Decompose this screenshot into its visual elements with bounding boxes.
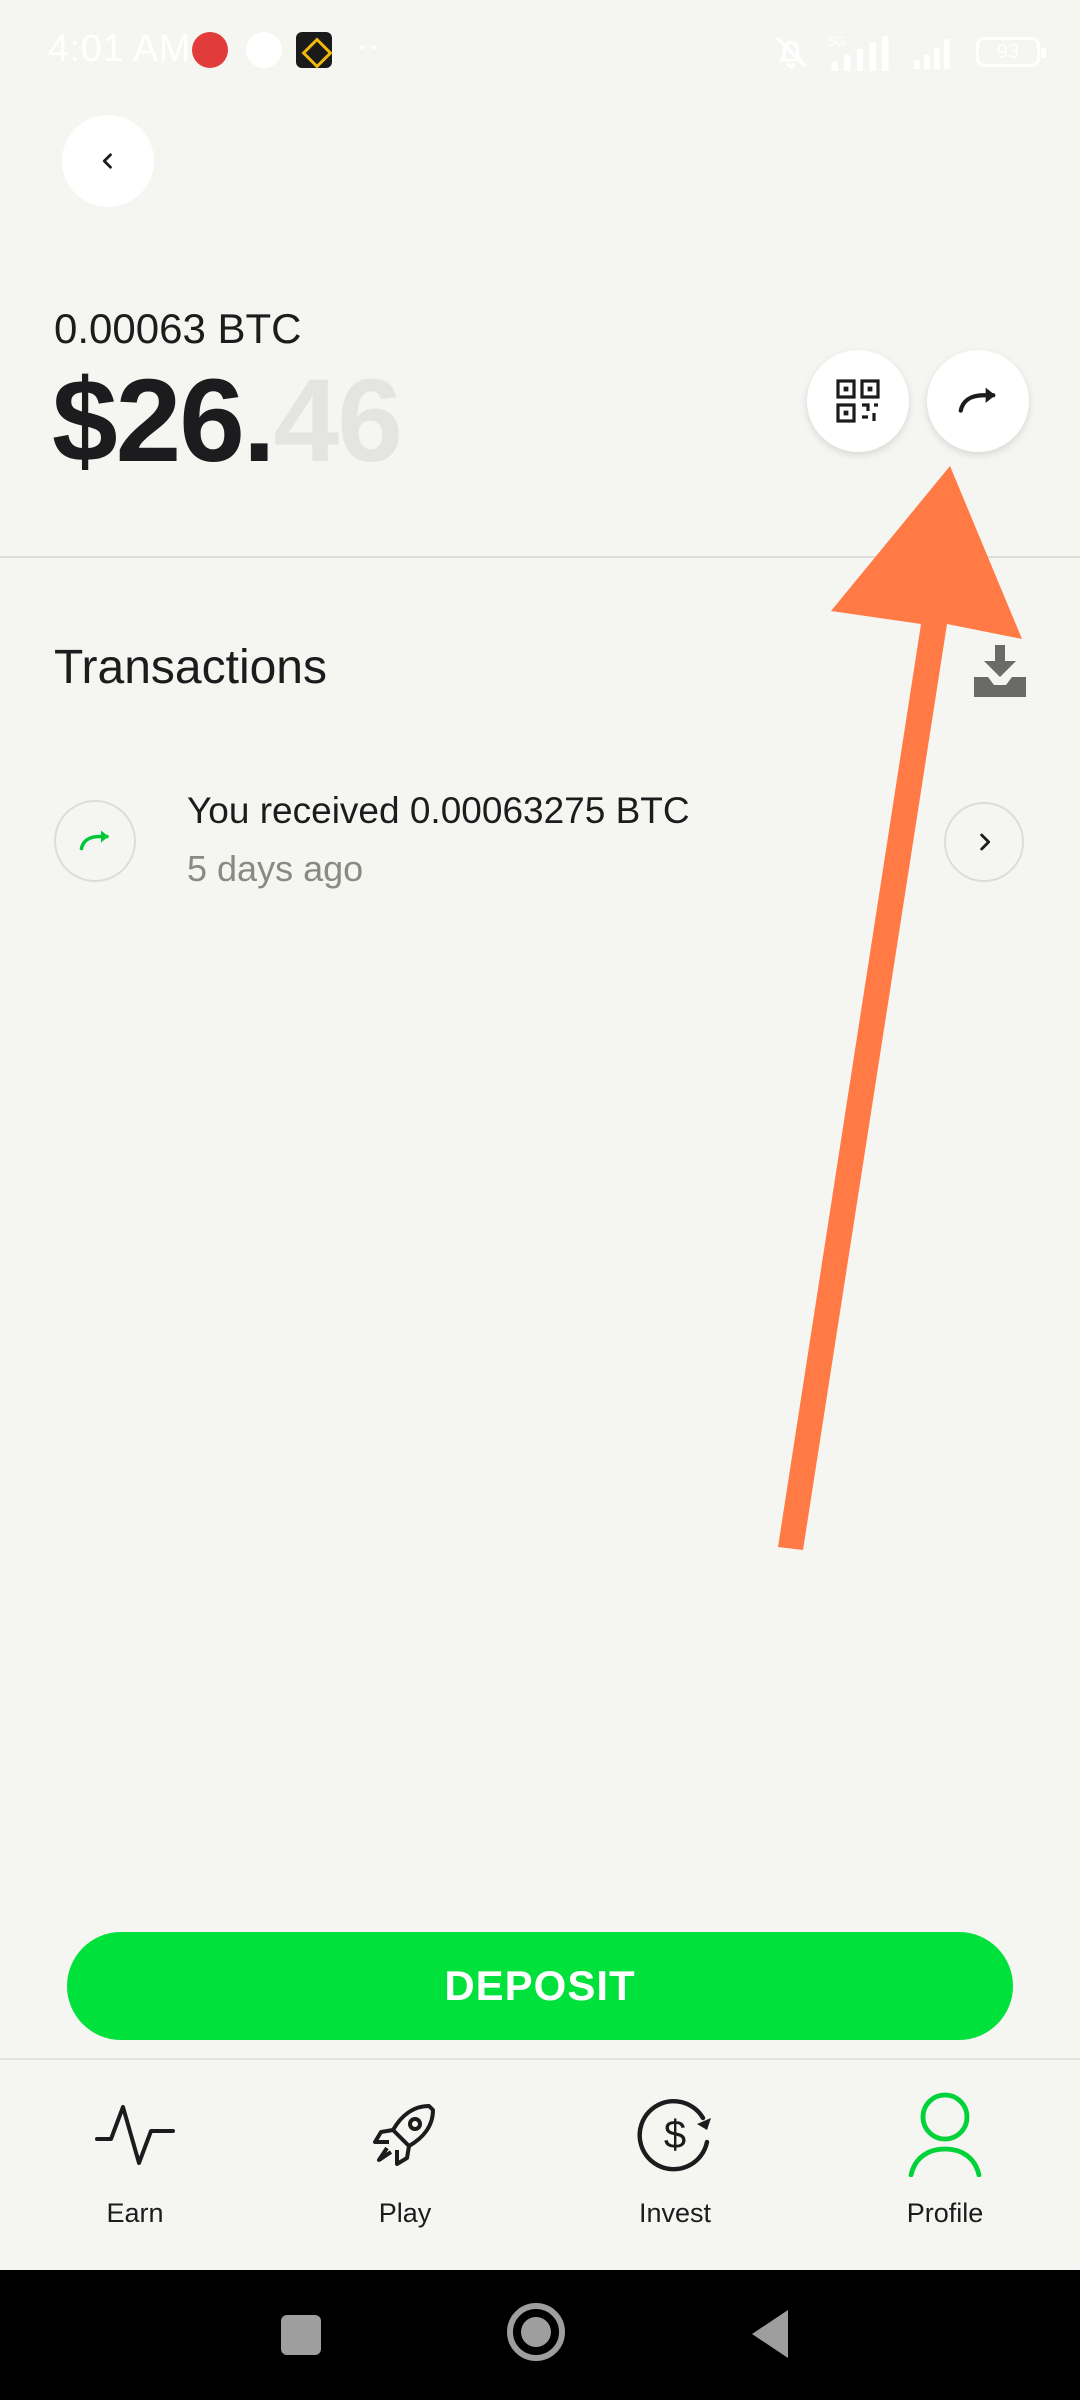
btc-wallet-screen: 4:01 AM ·· 5G 93 0.00063 BTC $26.46 Tran… [0,0,1080,2400]
nav-item-invest[interactable]: $ Invest [575,2090,775,2250]
nav-item-play[interactable]: Play [305,2090,505,2250]
system-navigation-bar [0,2270,1080,2400]
usd-balance-whole: $26. [52,355,276,487]
activity-icon [91,2090,179,2178]
nav-label: Earn [106,2198,164,2228]
qr-code-icon [836,379,880,423]
network-type: 5G [828,35,845,49]
divider [0,556,1080,558]
chevron-right-icon [980,833,991,851]
signal-5g-icon: 5G [828,33,892,71]
transaction-title: You received 0.00063275 BTC [187,790,690,831]
rocket-icon [361,2090,449,2178]
nav-label: Invest [638,2198,712,2228]
chevron-left-icon [102,153,112,169]
btc-balance: 0.00063 BTC [54,305,302,352]
profile-icon [901,2090,989,2178]
deposit-button[interactable]: DEPOSIT [67,1932,1013,2040]
status-time: 4:01 AM [48,28,191,70]
dollar-cycle-icon: $ [631,2090,719,2178]
download-statement-button[interactable] [970,645,1030,701]
transaction-time: 5 days ago [187,848,364,889]
nav-item-profile[interactable]: Profile [845,2090,1045,2250]
transaction-row[interactable]: You received 0.00063275 BTC 5 days ago [54,780,1026,900]
recents-button[interactable] [281,2315,321,2355]
send-arrow-icon [958,387,996,413]
transactions-heading: Transactions [54,641,327,694]
nav-label: Profile [906,2198,984,2228]
bottom-navigation: Earn Play $ Invest Profile [0,2058,1080,2270]
mute-bell-icon [772,33,810,71]
home-button[interactable] [507,2303,565,2361]
send-button[interactable] [927,350,1029,452]
status-bar: 4:01 AM ·· 5G 93 [0,0,1080,100]
notification-app-icon [192,32,228,68]
more-notifications-icon: ·· [356,24,380,65]
transaction-details-button[interactable] [944,802,1024,882]
battery-indicator: 93 [976,37,1046,67]
receive-qr-button[interactable] [807,350,909,452]
binance-notification-icon [296,32,332,68]
notification-app-icon [246,32,282,68]
nav-label: Play [378,2198,432,2228]
status-indicators: 5G 93 [772,32,1046,72]
system-back-button[interactable] [752,2310,788,2358]
download-icon [974,645,1026,697]
back-button[interactable] [62,115,154,207]
usd-balance: $26.46 [52,359,403,484]
signal-icon [910,35,958,69]
nav-item-earn[interactable]: Earn [35,2090,235,2250]
svg-text:$: $ [664,2113,686,2157]
usd-balance-cents: 46 [273,355,403,487]
received-arrow-icon [54,800,136,882]
